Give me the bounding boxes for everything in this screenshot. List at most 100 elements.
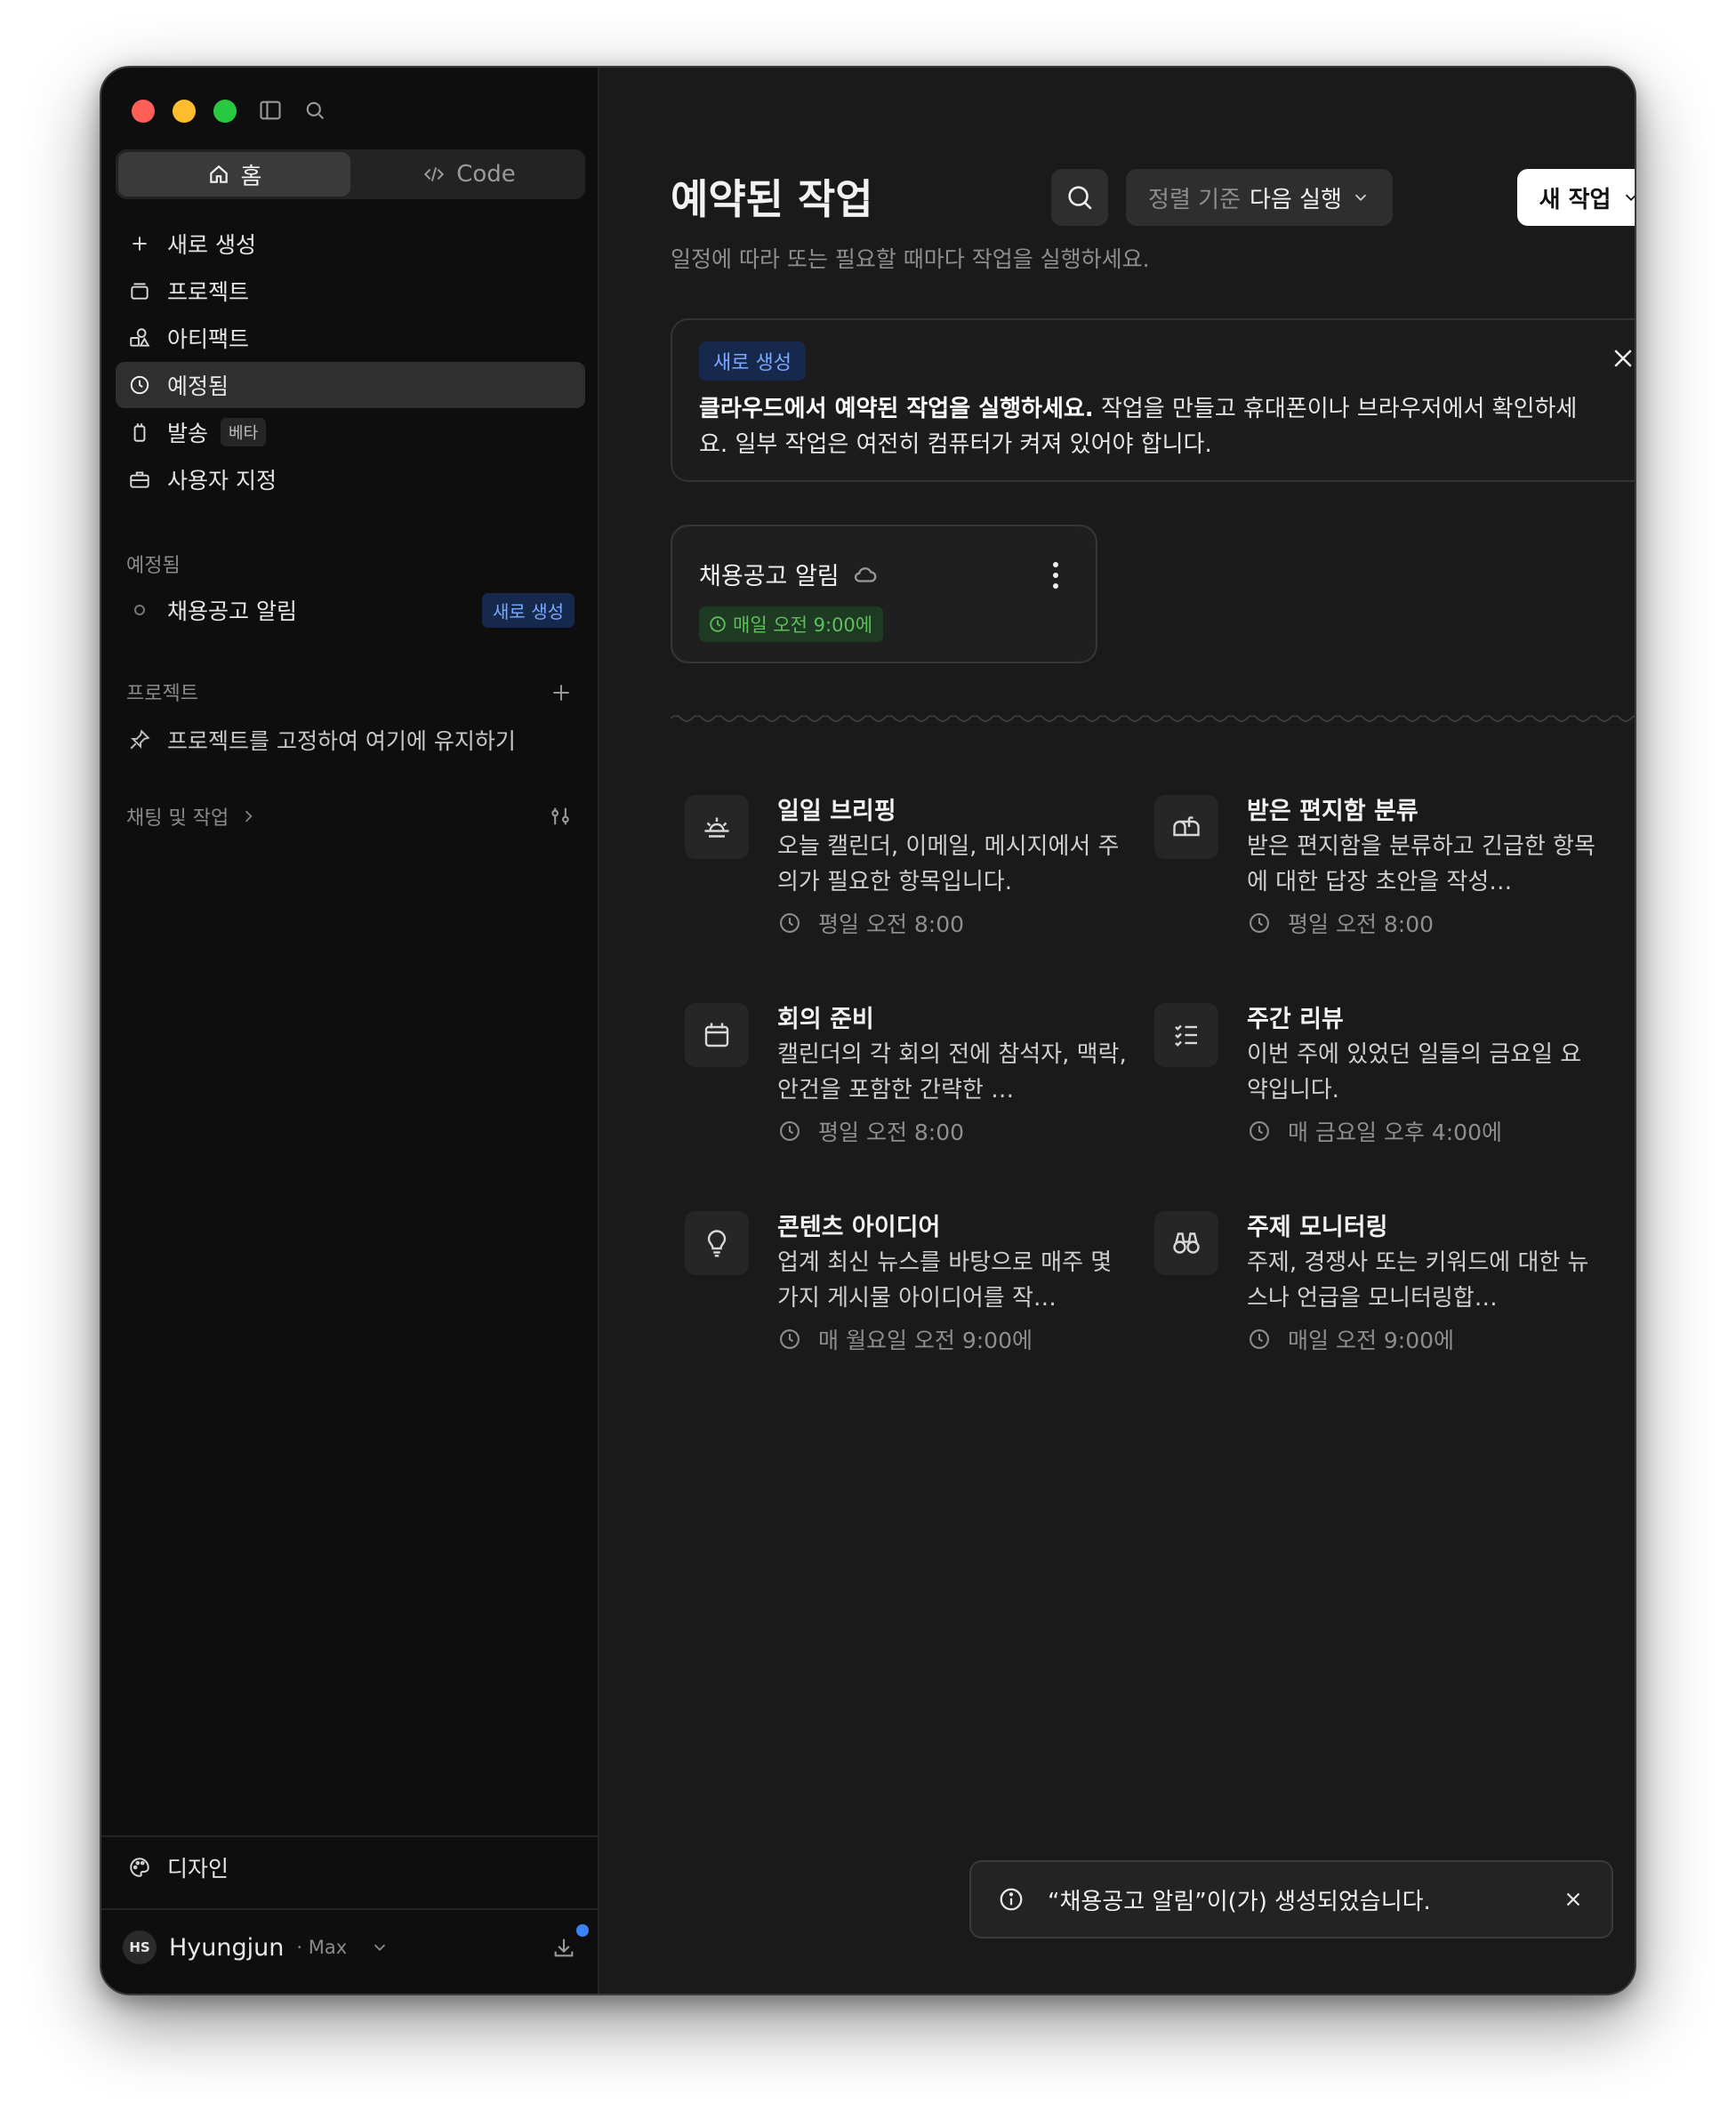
sidebar-item-customize[interactable]: 사용자 지정: [116, 456, 585, 502]
template-description: 이번 주에 있었던 일들의 금요일 요약입니다.: [1247, 1041, 1582, 1104]
template-description: 오늘 캘린더, 이메일, 메시지에서 주의가 필요한 항목입니다.: [777, 833, 1120, 895]
sidebar-item-label: 새로 생성: [167, 232, 256, 258]
scheduled-section-label: 예정됨: [126, 555, 181, 577]
sidebar-item-artifacts[interactable]: 아티팩트: [116, 315, 585, 361]
sidebar: 홈 Code 새로 생성 프로젝트 아티팩트 예정됨 발송 베타 사용자 지정 …: [101, 68, 599, 1994]
palette-icon: [130, 1858, 149, 1877]
clock-icon: [780, 1329, 800, 1349]
template-meeting-prep[interactable]: 회의 준비 캘린더의 각 회의 전에 참석자, 맥락, 안건을 포함한 간략한 …: [671, 991, 1133, 1168]
template-schedule-text: 평일 오전 8:00: [1288, 911, 1435, 937]
template-description: 업계 최신 뉴스를 바탕으로 매주 몇 가지 게시물 아이디어를 작…: [777, 1249, 1113, 1312]
home-icon: [209, 165, 228, 183]
checklist-icon: [1175, 1024, 1197, 1047]
pin-hint-text: 프로젝트를 고정하여 여기에 유지하기: [167, 728, 516, 754]
sort-dropdown[interactable]: 정렬 기준 다음 실행: [1126, 169, 1393, 226]
template-schedule: 평일 오전 8:00: [777, 907, 964, 939]
template-weekly-review[interactable]: 주간 리뷰 이번 주에 있었던 일들의 금요일 요약입니다. 매 금요일 오후 …: [1140, 991, 1603, 1168]
search-button[interactable]: [1051, 169, 1108, 226]
template-description: 캘린더의 각 회의 전에 참석자, 맥락, 안건을 포함한 간략한 …: [777, 1041, 1127, 1104]
sidebar-item-design[interactable]: 디자인: [116, 1844, 585, 1890]
template-description: 주제, 경쟁사 또는 키워드에 대한 뉴스나 언급을 모니터링합…: [1247, 1249, 1589, 1312]
sidebar-item-label: 아티팩트: [167, 326, 250, 352]
sidebar-item-new[interactable]: 새로 생성: [116, 221, 585, 267]
task-card-title-text: 채용공고 알림: [699, 563, 840, 590]
sidebar-item-projects[interactable]: 프로젝트: [116, 268, 585, 314]
briefcase-icon: [130, 471, 149, 488]
user-name: Hyungjun: [169, 1933, 285, 1962]
new-task-button[interactable]: 새 작업: [1517, 169, 1635, 226]
beta-badge: 베타: [221, 418, 267, 446]
clock-icon: [1250, 1121, 1269, 1141]
template-title: 일일 브리핑: [777, 798, 896, 825]
template-title: 주간 리뷰: [1247, 1006, 1344, 1033]
info-banner: 새로 생성 클라우드에서 예약된 작업을 실행하세요. 작업을 만들고 휴대폰이…: [671, 318, 1636, 482]
template-topic-monitoring[interactable]: 주제 모니터링 주제, 경쟁사 또는 키워드에 대한 뉴스나 언급을 모니터링합…: [1140, 1199, 1603, 1377]
shapes-icon: [130, 328, 150, 347]
schedule-text: 매일 오전 9:00에: [733, 614, 873, 636]
page-subtitle: 일정에 따라 또는 필요할 때마다 작업을 실행하세요.: [671, 246, 1150, 272]
design-label: 디자인: [167, 1856, 229, 1882]
avatar: HS: [123, 1930, 157, 1964]
sidebar-toggle-icon[interactable]: [258, 98, 283, 123]
template-schedule-text: 매 금요일 오후 4:00에: [1288, 1120, 1502, 1145]
template-inbox-triage[interactable]: 받은 편지함 분류 받은 편지함을 분류하고 긴급한 항목에 대한 답장 초안을…: [1140, 783, 1603, 960]
close-icon[interactable]: [1610, 345, 1636, 372]
scheduled-task-item[interactable]: 채용공고 알림 새로 생성: [116, 587, 585, 633]
template-schedule-text: 매 월요일 오전 9:00에: [818, 1328, 1033, 1353]
home-tab-label: 홈: [240, 163, 262, 190]
schedule-chip: 매일 오전 9:00에: [699, 606, 884, 642]
template-schedule: 매 금요일 오후 4:00에: [1247, 1115, 1502, 1147]
template-content-ideas[interactable]: 콘텐츠 아이디어 업계 최신 뉴스를 바탕으로 매주 몇 가지 게시물 아이디어…: [671, 1199, 1133, 1377]
main-content: 예약된 작업 일정에 따라 또는 필요할 때마다 작업을 실행하세요. 정렬 기…: [601, 68, 1635, 1994]
sidebar-item-dispatch[interactable]: 발송 베타: [116, 409, 585, 455]
add-project-plus-icon[interactable]: [550, 681, 573, 704]
clock-icon: [780, 1121, 800, 1141]
info-icon: [1000, 1888, 1023, 1911]
mailbox-icon: [1173, 816, 1200, 837]
sidebar-item-label: 프로젝트: [167, 279, 250, 305]
chevron-right-icon: [245, 810, 253, 823]
banner-bold-text: 클라우드에서 예약된 작업을 실행하세요.: [699, 396, 1094, 422]
more-vertical-icon[interactable]: [1051, 560, 1060, 590]
chats-section-header[interactable]: 채팅 및 작업: [126, 802, 573, 831]
sidebar-item-label: 사용자 지정: [167, 468, 277, 494]
toast-notification: “채용공고 알림”이(가) 생성되었습니다.: [969, 1860, 1613, 1938]
toast-message: “채용공고 알림”이(가) 생성되었습니다.: [1048, 1888, 1431, 1915]
new-badge: 새로 생성: [482, 592, 575, 628]
sidebar-top-icons: [258, 98, 327, 123]
sidebar-item-scheduled[interactable]: 예정됨: [116, 362, 585, 408]
template-icon-box: [685, 1211, 749, 1275]
close-icon[interactable]: [1562, 1888, 1585, 1911]
close-window-button[interactable]: [132, 100, 155, 123]
device-icon: [133, 423, 146, 442]
sidebar-item-label: 발송: [167, 421, 209, 446]
new-badge: 새로 생성: [699, 341, 806, 381]
clock-icon: [1250, 913, 1269, 933]
code-tab[interactable]: Code: [353, 149, 585, 199]
template-title: 회의 준비: [777, 1006, 874, 1033]
maximize-window-button[interactable]: [213, 100, 237, 123]
wavy-divider: [671, 715, 1635, 722]
folder-icon: [131, 283, 149, 300]
template-schedule: 평일 오전 8:00: [1247, 907, 1434, 939]
template-daily-briefing[interactable]: 일일 브리핑 오늘 캘린더, 이메일, 메시지에서 주의가 필요한 항목입니다.…: [671, 783, 1133, 960]
task-card-title: 채용공고 알림: [699, 557, 879, 591]
search-icon[interactable]: [302, 98, 327, 123]
home-tab[interactable]: 홈: [118, 152, 350, 197]
download-button[interactable]: [551, 1924, 589, 1960]
scheduled-task-card[interactable]: 채용공고 알림 매일 오전 9:00에: [671, 525, 1097, 663]
chevron-down-icon: [1354, 194, 1367, 202]
user-account-row[interactable]: HS Hyungjun · Max: [123, 1921, 589, 1974]
app-window: 홈 Code 새로 생성 프로젝트 아티팩트 예정됨 발송 베타 사용자 지정 …: [100, 66, 1636, 1995]
scheduled-task-label: 채용공고 알림: [167, 598, 297, 624]
minimize-window-button[interactable]: [173, 100, 196, 123]
chevron-down-icon: [374, 1944, 386, 1952]
template-icon-box: [1154, 1003, 1218, 1067]
projects-section-label: 프로젝트: [126, 683, 198, 705]
sidebar-nav: 새로 생성 프로젝트 아티팩트 예정됨 발송 베타 사용자 지정: [116, 221, 585, 503]
template-icon-box: [1154, 795, 1218, 859]
template-schedule: 매일 오전 9:00에: [1247, 1323, 1454, 1355]
filter-sliders-icon[interactable]: [548, 804, 573, 829]
clock-icon: [710, 616, 726, 632]
pin-icon: [130, 729, 150, 750]
